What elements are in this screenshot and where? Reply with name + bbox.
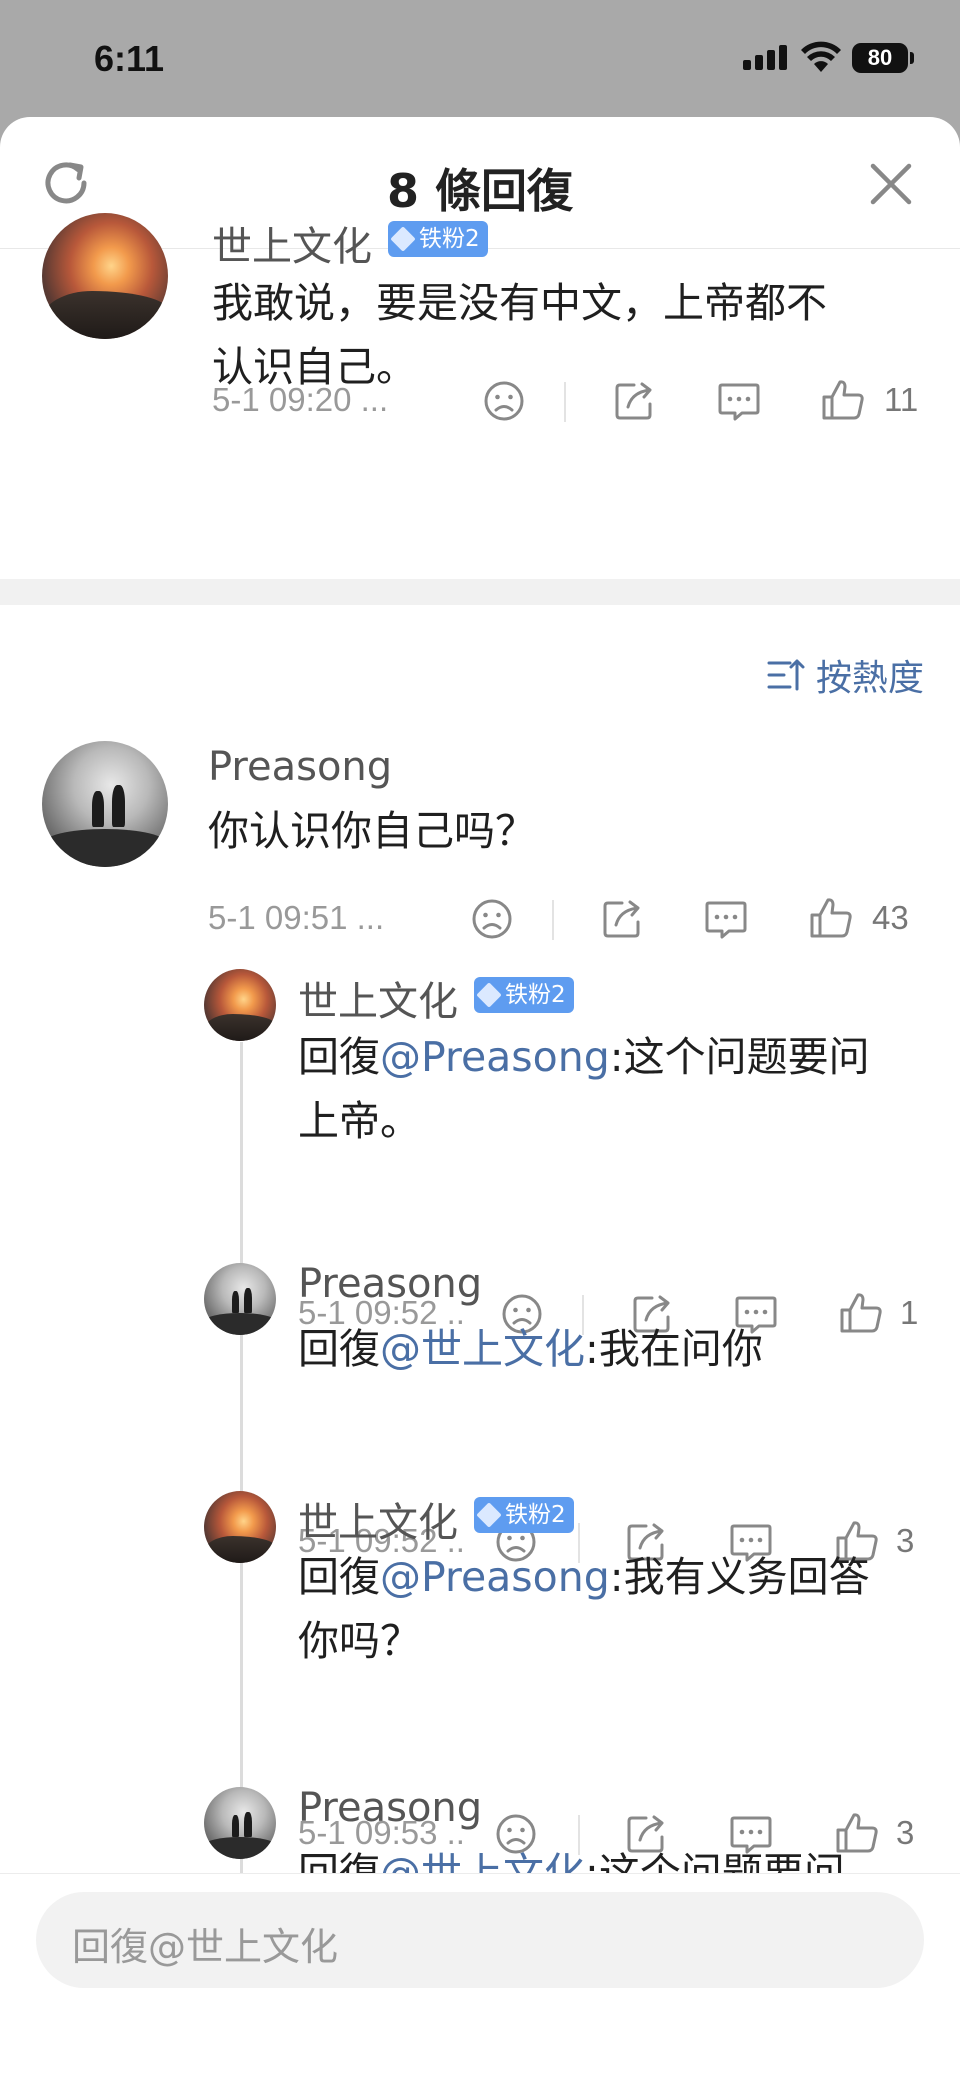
badge-label: 铁粉2 xyxy=(419,226,480,252)
section-divider xyxy=(0,579,960,605)
status-bar: 6:11 80 xyxy=(0,0,960,120)
avatar[interactable] xyxy=(204,969,276,1041)
like-count: 43 xyxy=(872,899,909,936)
comment-line: 你吗？ xyxy=(298,1617,421,1665)
comment-text: 回復@Preasong:我有义务回答 你吗？ xyxy=(298,1545,870,1673)
mention-link[interactable]: @Preasong xyxy=(380,1553,610,1601)
fan-badge: 铁粉2 xyxy=(474,1497,574,1533)
reply-prefix: 回復 xyxy=(298,1553,380,1601)
like-count: 11 xyxy=(884,381,919,418)
reply-prefix: 回復 xyxy=(298,1033,380,1081)
dislike-face-icon[interactable] xyxy=(482,379,526,423)
dislike-face-icon[interactable] xyxy=(470,897,514,941)
divider xyxy=(552,900,554,940)
avatar[interactable] xyxy=(204,1787,276,1859)
diamond-icon xyxy=(390,226,416,252)
author-name[interactable]: Preasong xyxy=(298,1261,482,1307)
reply-text: :我在问你 xyxy=(585,1325,763,1373)
like-count: 3 xyxy=(896,1814,915,1851)
badge-label: 铁粉2 xyxy=(505,1502,566,1528)
like-count: 1 xyxy=(900,1294,919,1331)
comment-icon[interactable] xyxy=(716,379,762,423)
like-icon[interactable] xyxy=(838,1290,884,1336)
like-count: 3 xyxy=(896,1522,915,1559)
reply-input-placeholder: 回復@世上文化 xyxy=(72,1925,339,1969)
comment-text: 你认识你自己吗？ xyxy=(208,807,536,855)
sort-label: 按熱度 xyxy=(816,658,925,699)
fan-badge: 铁粉2 xyxy=(474,977,574,1013)
diamond-icon xyxy=(476,982,502,1008)
avatar[interactable] xyxy=(42,741,168,867)
like-icon[interactable] xyxy=(808,895,854,941)
reply-text: :我有义务回答 xyxy=(609,1553,870,1601)
comment-text: 回復@Preasong:这个问题要问 上帝。 xyxy=(298,1025,870,1153)
close-icon[interactable] xyxy=(868,161,914,207)
avatar[interactable] xyxy=(204,1491,276,1563)
author-name[interactable]: 世上文化 xyxy=(298,1490,458,1548)
fan-badge: 铁粉2 xyxy=(388,221,488,257)
replies-sheet: 8 條回復 世上文化 铁粉2 我敢说，要是没有中文，上帝都不 认识自己。 5-1… xyxy=(0,117,960,2079)
avatar[interactable] xyxy=(42,213,168,339)
share-icon[interactable] xyxy=(600,897,644,941)
badge-label: 铁粉2 xyxy=(505,982,566,1008)
page-title: 8 條回復 xyxy=(386,164,574,218)
like-icon[interactable] xyxy=(820,377,866,423)
divider xyxy=(564,382,566,422)
reply-prefix: 回復 xyxy=(298,1325,380,1373)
comment-line: 上帝。 xyxy=(298,1097,421,1145)
sort-icon xyxy=(767,659,805,691)
author-name[interactable]: Preasong xyxy=(208,744,392,790)
battery-icon: 80 xyxy=(852,43,908,73)
battery-cap xyxy=(910,52,914,64)
wifi-icon xyxy=(801,41,841,72)
status-time: 6:11 xyxy=(94,38,165,79)
avatar[interactable] xyxy=(204,1263,276,1335)
reply-footer: 回復@世上文化 xyxy=(0,1873,960,2079)
comment-text: 回復@世上文化:我在问你 xyxy=(298,1317,763,1381)
reply-input[interactable]: 回復@世上文化 xyxy=(36,1892,924,1988)
author-name[interactable]: 世上文化 xyxy=(298,969,458,1027)
comment-icon[interactable] xyxy=(703,897,749,941)
diamond-icon xyxy=(476,1502,502,1528)
author-name[interactable]: Preasong xyxy=(298,1785,482,1831)
share-icon[interactable] xyxy=(612,379,656,423)
signal-icon xyxy=(743,45,787,70)
comment-time: 5-1 09:51 ... xyxy=(208,899,385,936)
author-name[interactable]: 世上文化 xyxy=(212,214,372,272)
reply-text: :这个问题要问 xyxy=(609,1033,870,1081)
comment-time: 5-1 09:20 ... xyxy=(212,381,389,418)
comment-line: 我敢说，要是没有中文，上帝都不 xyxy=(212,279,827,327)
mention-link[interactable]: @世上文化 xyxy=(380,1325,585,1373)
mention-link[interactable]: @Preasong xyxy=(380,1033,610,1081)
